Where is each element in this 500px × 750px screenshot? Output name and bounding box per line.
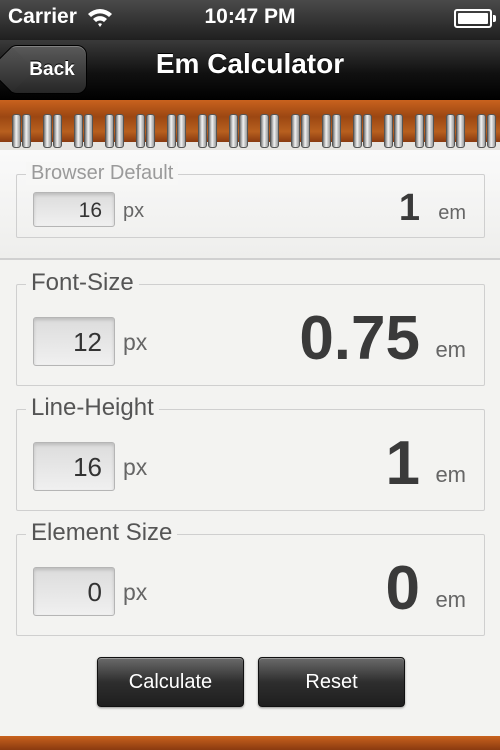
browser-default-px-unit: px	[123, 200, 145, 222]
font-size-px-unit: px	[123, 329, 148, 355]
font-size-px-input[interactable]: 12	[33, 317, 115, 366]
element-size-px-unit: px	[123, 579, 148, 605]
font-size-legend: Font-Size	[26, 269, 139, 297]
browser-default-em-unit: em	[438, 202, 466, 224]
element-size-px-input[interactable]: 0	[33, 567, 115, 616]
line-height-legend: Line-Height	[26, 394, 159, 422]
reset-button[interactable]: Reset	[258, 657, 405, 707]
browser-default-section: Browser Default 16 px 1 em	[0, 150, 500, 260]
line-height-fieldset: Line-Height 16 px 1 em	[16, 394, 485, 511]
browser-default-legend: Browser Default	[26, 162, 179, 185]
calculator-sheet: Font-Size 12 px 0.75 em Line-Height 16 p…	[0, 260, 500, 738]
navigation-bar: Em Calculator Back	[0, 40, 500, 101]
element-size-legend: Element Size	[26, 519, 178, 547]
line-height-px-unit: px	[123, 454, 148, 480]
back-button-label: Back	[29, 59, 75, 80]
font-size-em-unit: em	[435, 337, 466, 362]
font-size-fieldset: Font-Size 12 px 0.75 em	[16, 269, 485, 386]
line-height-px-input[interactable]: 16	[33, 442, 115, 491]
status-time: 10:47 PM	[204, 5, 296, 28]
back-button[interactable]: Back	[0, 45, 87, 94]
wood-footer	[0, 736, 500, 750]
element-size-em-unit: em	[435, 587, 466, 612]
battery-icon	[454, 9, 496, 28]
browser-default-em-value: 1	[398, 187, 420, 229]
calculate-button[interactable]: Calculate	[97, 657, 244, 707]
line-height-em-unit: em	[435, 462, 466, 487]
status-bar: Carrier 10:47 PM	[0, 0, 500, 40]
element-size-em-value: 0	[385, 554, 420, 623]
element-size-fieldset: Element Size 0 px 0 em	[16, 519, 485, 636]
spiral-binding	[0, 114, 500, 154]
line-height-em-value: 1	[385, 429, 420, 498]
browser-default-px-input[interactable]: 16	[33, 192, 115, 227]
browser-default-fieldset: Browser Default 16 px 1 em	[16, 162, 485, 238]
font-size-em-value: 0.75	[299, 304, 420, 373]
